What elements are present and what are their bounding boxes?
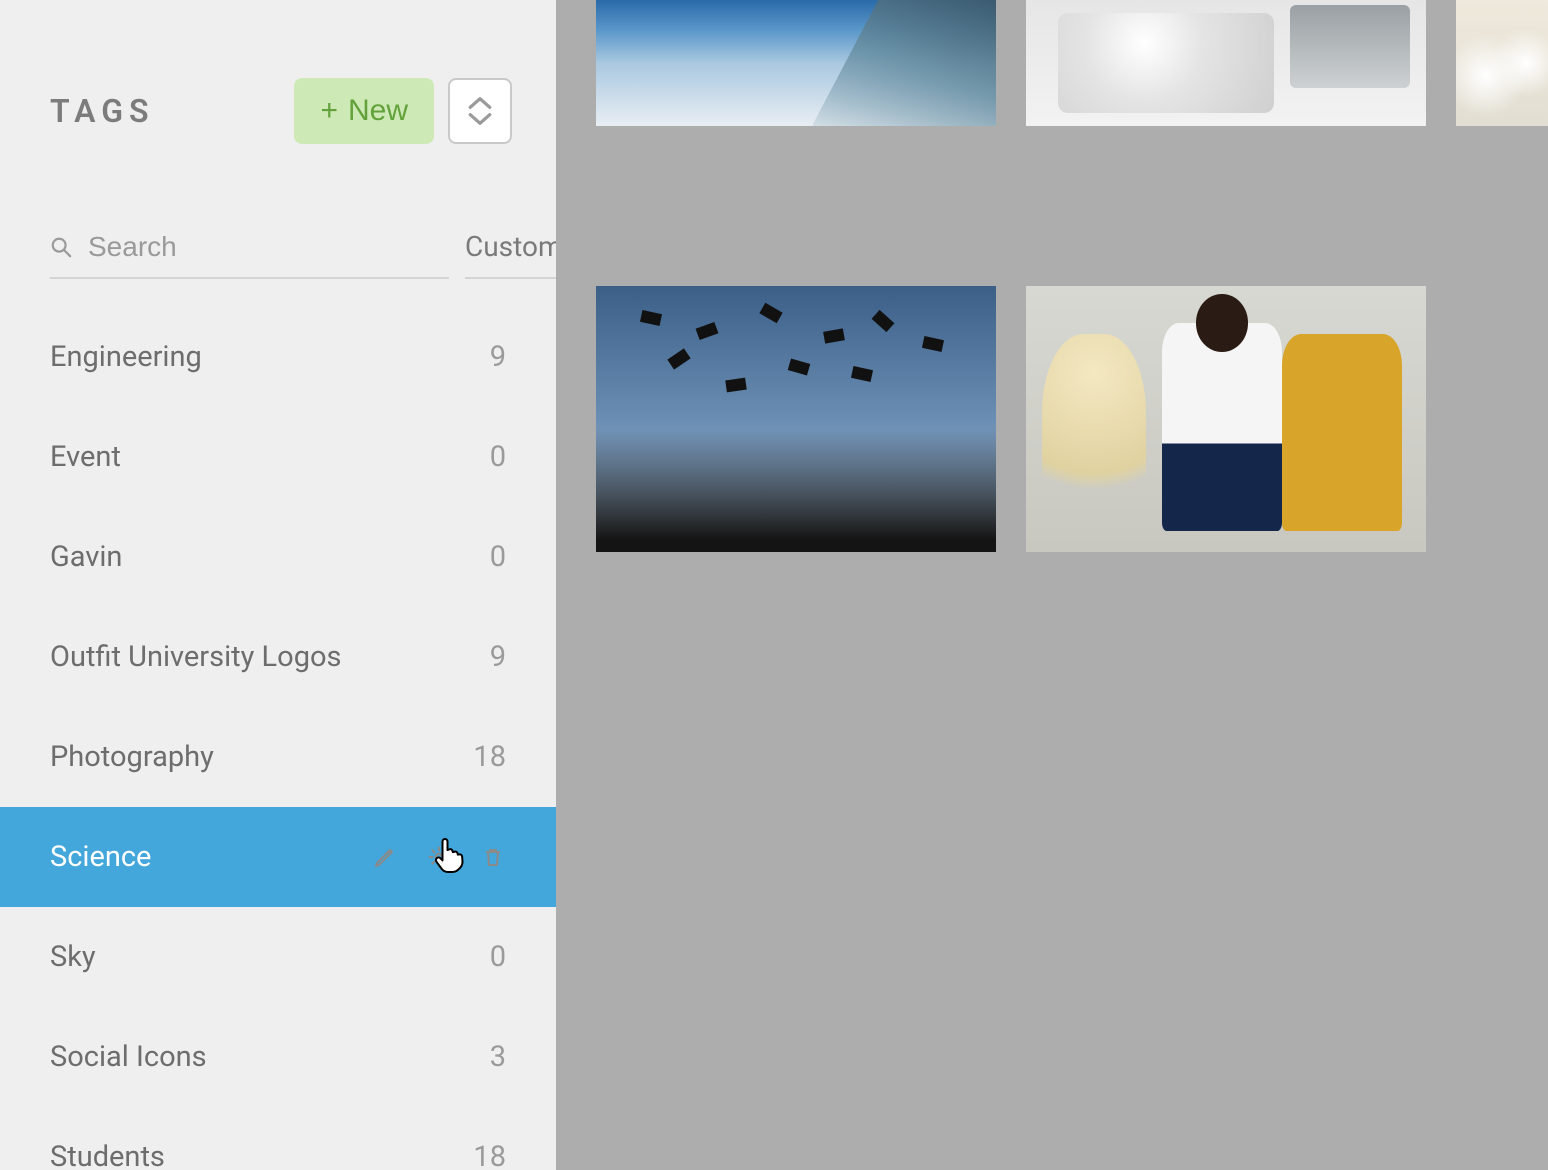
tag-count: 0 <box>490 540 506 574</box>
tag-item-social-icons[interactable]: Social Icons 3 <box>0 1007 556 1107</box>
tag-count: 0 <box>490 940 506 974</box>
thumbnail-image <box>596 0 996 126</box>
reorder-toggle-button[interactable] <box>448 78 512 144</box>
tag-count: 9 <box>490 640 506 674</box>
tag-name: Outfit University Logos <box>50 640 342 674</box>
search-icon <box>50 236 72 258</box>
tag-list: Engineering 9 Event 0 Gavin 0 Outfit Uni… <box>0 307 556 1170</box>
tag-count: 18 <box>473 1140 506 1170</box>
tag-actions <box>372 844 506 870</box>
tag-count: 0 <box>490 440 506 474</box>
gear-icon <box>427 845 451 869</box>
delete-tag-button[interactable] <box>480 844 506 870</box>
tag-item-students[interactable]: Students 18 <box>0 1107 556 1170</box>
image-gallery <box>556 0 1548 1170</box>
tag-item-gavin[interactable]: Gavin 0 <box>0 507 556 607</box>
tag-item-engineering[interactable]: Engineering 9 <box>0 307 556 407</box>
gallery-thumb[interactable] <box>596 286 996 552</box>
tag-name: Engineering <box>50 340 202 374</box>
gallery-thumb[interactable] <box>1026 0 1426 126</box>
sidebar-header: TAGS + New <box>0 78 556 144</box>
tags-sidebar: TAGS + New Custom <box>0 0 556 1170</box>
tag-search-box[interactable] <box>50 223 449 279</box>
sort-mode-label: Custom <box>465 230 563 263</box>
gallery-thumb[interactable] <box>1026 286 1426 552</box>
tag-count: 3 <box>490 1040 506 1074</box>
new-tag-button[interactable]: + New <box>294 78 434 144</box>
gallery-thumb[interactable] <box>1456 0 1548 126</box>
tag-item-photography[interactable]: Photography 18 <box>0 707 556 807</box>
tag-settings-button[interactable] <box>426 844 452 870</box>
thumbnail-image <box>1456 0 1548 126</box>
plus-icon: + <box>320 96 338 126</box>
chevron-up-icon <box>467 95 493 111</box>
trash-icon <box>481 845 505 869</box>
pencil-icon <box>373 845 397 869</box>
tag-name: Gavin <box>50 540 122 574</box>
gallery-thumb[interactable] <box>596 0 996 126</box>
thumbnail-image <box>1026 286 1426 552</box>
search-sort-row: Custom <box>0 222 556 279</box>
gallery-row <box>596 286 1548 552</box>
tag-name: Social Icons <box>50 1040 207 1074</box>
chevron-down-icon <box>467 111 493 127</box>
tag-name: Event <box>50 440 121 474</box>
tag-item-event[interactable]: Event 0 <box>0 407 556 507</box>
tags-title: TAGS <box>50 92 155 130</box>
tag-item-science[interactable]: Science <box>0 807 556 907</box>
thumbnail-image <box>596 286 996 552</box>
gallery-row <box>596 0 1548 126</box>
tag-name: Photography <box>50 740 214 774</box>
tag-name: Science <box>50 840 151 874</box>
tag-item-sky[interactable]: Sky 0 <box>0 907 556 1007</box>
edit-tag-button[interactable] <box>372 844 398 870</box>
tag-name: Students <box>50 1140 165 1170</box>
tag-count: 9 <box>490 340 506 374</box>
tag-name: Sky <box>50 940 96 974</box>
thumbnail-image <box>1026 0 1426 126</box>
new-tag-label: New <box>348 94 408 128</box>
tag-item-outfit-university-logos[interactable]: Outfit University Logos 9 <box>0 607 556 707</box>
tag-count: 18 <box>473 740 506 774</box>
tag-search-input[interactable] <box>88 231 449 263</box>
header-actions: + New <box>294 78 512 144</box>
